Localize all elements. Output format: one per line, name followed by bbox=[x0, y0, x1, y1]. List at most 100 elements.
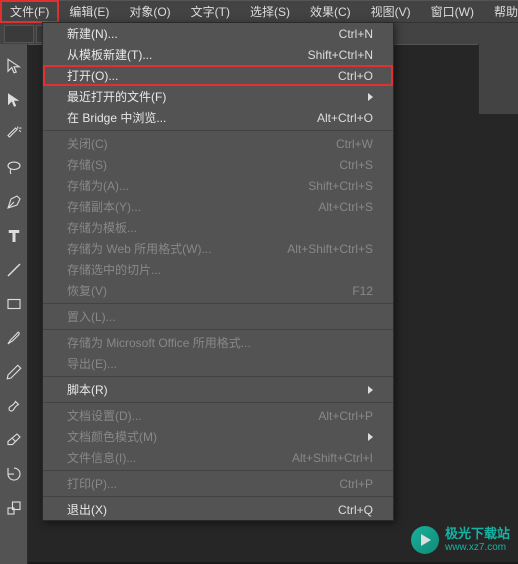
menu-item-label: 存储为 Microsoft Office 所用格式... bbox=[67, 334, 251, 351]
menu-item: 文档颜色模式(M) bbox=[43, 426, 393, 447]
menu-item-shortcut: Ctrl+S bbox=[339, 158, 373, 172]
right-panel bbox=[478, 44, 518, 114]
control-slot[interactable] bbox=[4, 25, 34, 43]
menu-item-shortcut: Alt+Ctrl+P bbox=[318, 409, 373, 423]
menu-item-shortcut: F12 bbox=[352, 284, 373, 298]
menu-item[interactable]: 最近打开的文件(F) bbox=[43, 86, 393, 107]
chevron-right-icon bbox=[368, 93, 373, 101]
menubar-item[interactable]: 窗口(W) bbox=[421, 0, 484, 23]
menubar-item[interactable]: 文字(T) bbox=[181, 0, 240, 23]
menu-item: 存储为 Microsoft Office 所用格式... bbox=[43, 332, 393, 353]
menu-item-shortcut: Shift+Ctrl+S bbox=[308, 179, 373, 193]
menu-item: 打印(P)... Ctrl+P bbox=[43, 473, 393, 494]
menu-separator bbox=[43, 470, 393, 471]
menu-item[interactable]: 新建(N)... Ctrl+N bbox=[43, 23, 393, 44]
menu-item: 文件信息(I)... Alt+Shift+Ctrl+I bbox=[43, 447, 393, 468]
menu-item: 存储选中的切片... bbox=[43, 259, 393, 280]
magic-wand-tool-icon[interactable] bbox=[2, 122, 26, 146]
menu-item-label: 存储为 Web 所用格式(W)... bbox=[67, 240, 211, 257]
menu-item[interactable]: 退出(X) Ctrl+Q bbox=[43, 499, 393, 520]
menu-item-shortcut: Ctrl+W bbox=[336, 137, 373, 151]
paintbrush-tool-icon[interactable] bbox=[2, 326, 26, 350]
file-menu: 新建(N)... Ctrl+N 从模板新建(T)... Shift+Ctrl+N 打开(… bbox=[42, 22, 394, 521]
tools-panel bbox=[0, 44, 28, 564]
menubar-item[interactable]: 编辑(E) bbox=[59, 0, 119, 23]
menu-item[interactable]: 从模板新建(T)... Shift+Ctrl+N bbox=[43, 44, 393, 65]
menu-item-shortcut: Alt+Ctrl+O bbox=[317, 111, 373, 125]
chevron-right-icon bbox=[368, 386, 373, 394]
eraser-tool-icon[interactable] bbox=[2, 428, 26, 452]
menu-item-label: 关闭(C) bbox=[67, 135, 108, 152]
menu-item-label: 在 Bridge 中浏览... bbox=[67, 109, 166, 126]
menu-item-shortcut: Ctrl+Q bbox=[338, 503, 373, 517]
menu-item-label: 脚本(R) bbox=[67, 381, 108, 398]
menu-item-label: 新建(N)... bbox=[67, 25, 118, 42]
menu-item-label: 置入(L)... bbox=[67, 308, 116, 325]
menu-item: 导出(E)... bbox=[43, 353, 393, 374]
type-tool-icon[interactable] bbox=[2, 224, 26, 248]
menu-separator bbox=[43, 329, 393, 330]
menu-separator bbox=[43, 402, 393, 403]
rectangle-tool-icon[interactable] bbox=[2, 292, 26, 316]
menu-item: 文档设置(D)... Alt+Ctrl+P bbox=[43, 405, 393, 426]
menu-separator bbox=[43, 496, 393, 497]
pencil-tool-icon[interactable] bbox=[2, 360, 26, 384]
menu-item-label: 打开(O)... bbox=[67, 67, 118, 84]
selection-tool-icon[interactable] bbox=[2, 54, 26, 78]
watermark-logo-icon bbox=[411, 526, 439, 554]
menu-item-shortcut: Alt+Shift+Ctrl+S bbox=[287, 242, 373, 256]
menu-item[interactable]: 打开(O)... Ctrl+O bbox=[43, 65, 393, 86]
menu-separator bbox=[43, 376, 393, 377]
menu-item-shortcut: Shift+Ctrl+N bbox=[308, 48, 373, 62]
menubar-item[interactable]: 选择(S) bbox=[240, 0, 300, 23]
menu-item-label: 最近打开的文件(F) bbox=[67, 88, 166, 105]
menubar-item[interactable]: 视图(V) bbox=[361, 0, 421, 23]
menu-item-label: 文档设置(D)... bbox=[67, 407, 142, 424]
menu-separator bbox=[43, 303, 393, 304]
menu-item: 存储为(A)... Shift+Ctrl+S bbox=[43, 175, 393, 196]
menubar-item[interactable]: 帮助 bbox=[484, 0, 518, 23]
lasso-tool-icon[interactable] bbox=[2, 156, 26, 180]
menu-item: 存储为模板... bbox=[43, 217, 393, 238]
menu-item-shortcut: Alt+Ctrl+S bbox=[318, 200, 373, 214]
menu-item-shortcut: Ctrl+O bbox=[338, 69, 373, 83]
menu-item-label: 打印(P)... bbox=[67, 475, 117, 492]
watermark-title: 极光下载站 bbox=[445, 527, 510, 541]
menu-item: 存储为 Web 所用格式(W)... Alt+Shift+Ctrl+S bbox=[43, 238, 393, 259]
rotate-tool-icon[interactable] bbox=[2, 462, 26, 486]
pen-tool-icon[interactable] bbox=[2, 190, 26, 214]
line-tool-icon[interactable] bbox=[2, 258, 26, 282]
menu-item: 置入(L)... bbox=[43, 306, 393, 327]
menu-item-label: 存储选中的切片... bbox=[67, 261, 161, 278]
menu-item-shortcut: Alt+Shift+Ctrl+I bbox=[292, 451, 373, 465]
menu-item: 存储副本(Y)... Alt+Ctrl+S bbox=[43, 196, 393, 217]
direct-selection-tool-icon[interactable] bbox=[2, 88, 26, 112]
menu-item: 关闭(C) Ctrl+W bbox=[43, 133, 393, 154]
blob-brush-tool-icon[interactable] bbox=[2, 394, 26, 418]
menubar-item[interactable]: 对象(O) bbox=[119, 0, 180, 23]
menu-item-label: 存储副本(Y)... bbox=[67, 198, 141, 215]
menu-item-label: 文档颜色模式(M) bbox=[67, 428, 157, 445]
menu-item-label: 文件信息(I)... bbox=[67, 449, 136, 466]
scale-tool-icon[interactable] bbox=[2, 496, 26, 520]
menu-item: 存储(S) Ctrl+S bbox=[43, 154, 393, 175]
menu-item-label: 导出(E)... bbox=[67, 355, 117, 372]
menu-item-label: 存储(S) bbox=[67, 156, 107, 173]
menu-separator bbox=[43, 130, 393, 131]
menu-item-label: 退出(X) bbox=[67, 501, 107, 518]
menu-item-shortcut: Ctrl+P bbox=[339, 477, 373, 491]
menu-item-label: 存储为模板... bbox=[67, 219, 137, 236]
menu-item-label: 存储为(A)... bbox=[67, 177, 129, 194]
menu-item[interactable]: 在 Bridge 中浏览... Alt+Ctrl+O bbox=[43, 107, 393, 128]
menu-item[interactable]: 脚本(R) bbox=[43, 379, 393, 400]
menu-item: 恢复(V) F12 bbox=[43, 280, 393, 301]
menu-item-label: 恢复(V) bbox=[67, 282, 107, 299]
menubar-item[interactable]: 文件(F) bbox=[0, 0, 59, 23]
menubar: 文件(F)编辑(E)对象(O)文字(T)选择(S)效果(C)视图(V)窗口(W)… bbox=[0, 0, 518, 22]
menu-item-shortcut: Ctrl+N bbox=[339, 27, 373, 41]
menu-item-label: 从模板新建(T)... bbox=[67, 46, 152, 63]
menubar-item[interactable]: 效果(C) bbox=[300, 0, 361, 23]
watermark-url: www.xz7.com bbox=[445, 542, 510, 553]
chevron-right-icon bbox=[368, 433, 373, 441]
watermark: 极光下载站 www.xz7.com bbox=[411, 526, 510, 554]
